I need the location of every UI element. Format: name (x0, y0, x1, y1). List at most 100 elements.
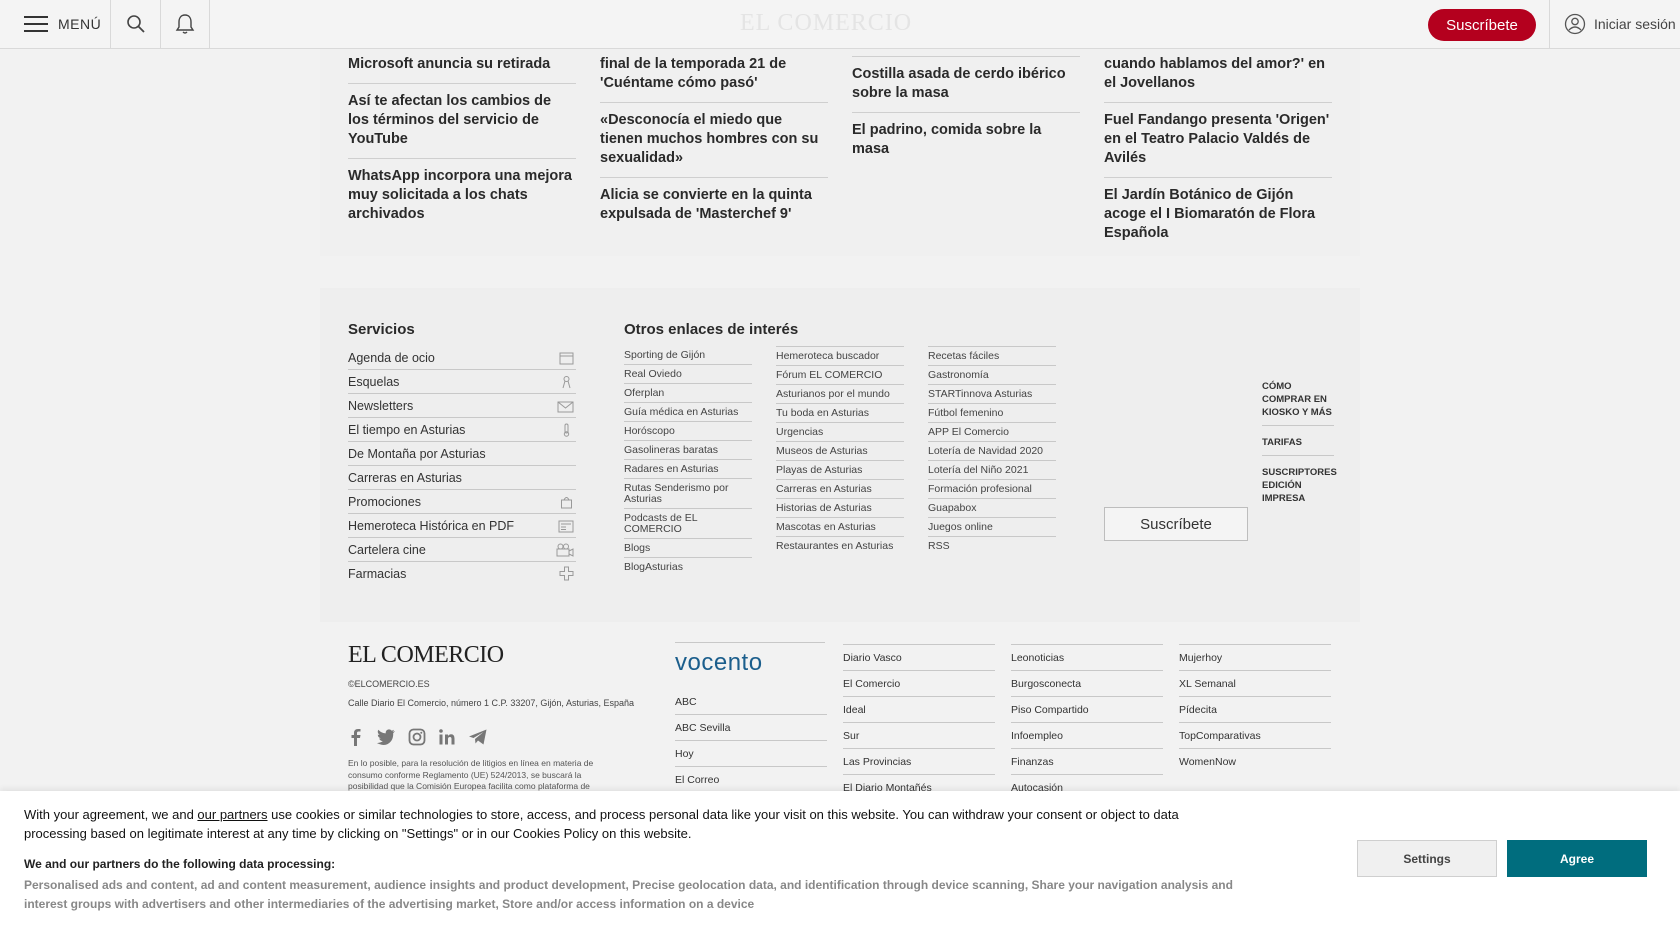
other-link[interactable]: Guía médica en Asturias (624, 403, 752, 422)
other-link[interactable]: Juegos online (928, 518, 1056, 537)
footer-link[interactable]: WomenNow (1179, 749, 1331, 774)
footer-subscribe-button[interactable]: Suscríbete (1104, 507, 1248, 541)
article-link[interactable]: Fuel Fandango presenta 'Origen' en el Te… (1104, 103, 1332, 178)
other-link[interactable]: Formación profesional (928, 480, 1056, 499)
search-button[interactable] (111, 0, 161, 48)
subscription-link[interactable]: SUSCRIPTORES EDICIÓN IMPRESA (1262, 456, 1337, 511)
footer-column-1: ABC ABC Sevilla Hoy El Correo (675, 689, 827, 793)
footer-link[interactable]: Sur (843, 723, 995, 749)
article-link[interactable]: WhatsApp incorpora una mejora muy solici… (348, 159, 576, 233)
article-link[interactable]: «Desconocía el miedo que tienen muchos h… (600, 103, 828, 178)
newspaper-icon (558, 520, 574, 532)
other-links-column-1: Sporting de Gijón Real Oviedo Oferplan G… (624, 346, 752, 576)
article-link[interactable]: Alicia se convierte en la quinta expulsa… (600, 178, 828, 233)
footer-link[interactable]: ABC Sevilla (675, 715, 827, 741)
vocento-logo[interactable]: vocento (675, 642, 825, 677)
service-item[interactable]: Cartelera cine (348, 538, 576, 562)
footer-link[interactable]: Piso Compartido (1011, 697, 1163, 723)
other-link[interactable]: Tu boda en Asturias (776, 404, 904, 423)
service-item[interactable]: Carreras en Asturias (348, 466, 576, 490)
other-link[interactable]: Guapabox (928, 499, 1056, 518)
other-link[interactable]: Playas de Asturias (776, 461, 904, 480)
footer-link[interactable]: El Correo (675, 767, 827, 793)
other-link[interactable]: Gasolineras baratas (624, 441, 752, 460)
service-item[interactable]: Farmacias (348, 562, 576, 585)
other-link[interactable]: Fútbol femenino (928, 404, 1056, 423)
menu-button[interactable]: MENÚ (0, 0, 111, 48)
other-link[interactable]: Museos de Asturias (776, 442, 904, 461)
service-label: Farmacias (348, 566, 407, 581)
article-link[interactable]: Costilla asada de cerdo ibérico sobre la… (852, 57, 1080, 113)
other-link[interactable]: Restaurantes en Asturias (776, 537, 904, 555)
footer-link[interactable]: Las Provincias (843, 749, 995, 775)
footer-link[interactable]: Infoempleo (1011, 723, 1163, 749)
partners-link[interactable]: our partners (197, 807, 267, 822)
subscription-link[interactable]: CÓMO COMPRAR EN KIOSKO Y MÁS (1262, 376, 1334, 426)
service-item[interactable]: Hemeroteca Histórica en PDF (348, 514, 576, 538)
article-link[interactable]: final de la temporada 21 de 'Cuéntame có… (600, 45, 828, 103)
other-link[interactable]: Blogs (624, 539, 752, 558)
service-label: Hemeroteca Histórica en PDF (348, 518, 515, 533)
service-item[interactable]: Newsletters (348, 394, 576, 418)
service-item[interactable]: De Montaña por Asturias (348, 442, 576, 466)
other-link[interactable]: Radares en Asturias (624, 460, 752, 479)
footer-link[interactable]: ABC (675, 689, 827, 715)
other-link[interactable]: Horóscopo (624, 422, 752, 441)
other-link[interactable]: Real Oviedo (624, 365, 752, 384)
other-link[interactable]: Gastronomía (928, 366, 1056, 385)
twitter-icon[interactable] (376, 728, 396, 746)
article-link[interactable]: El padrino, comida sobre la masa (852, 113, 1080, 168)
service-item[interactable]: El tiempo en Asturias (348, 418, 576, 442)
telegram-icon[interactable] (468, 728, 488, 746)
other-link[interactable]: Rutas Senderismo por Asturias (624, 479, 752, 509)
instagram-icon[interactable] (408, 728, 426, 746)
article-link[interactable]: Microsoft anuncia su retirada (348, 45, 576, 84)
footer-link[interactable]: Ideal (843, 697, 995, 723)
other-link[interactable]: RSS (928, 537, 1056, 555)
purposes-title: We and our partners do the following dat… (24, 857, 336, 871)
other-link[interactable]: Sporting de Gijón (624, 346, 752, 365)
service-item[interactable]: Agenda de ocio (348, 346, 576, 370)
other-link[interactable]: Lotería de Navidad 2020 (928, 442, 1056, 461)
site-logo[interactable]: EL COMERCIO (740, 10, 912, 37)
service-item[interactable]: Promociones (348, 490, 576, 514)
subscription-link[interactable]: TARIFAS (1262, 426, 1334, 456)
other-link[interactable]: Hemeroteca buscador (776, 347, 904, 366)
other-link[interactable]: BlogAsturias (624, 558, 752, 576)
other-link[interactable]: Fórum EL COMERCIO (776, 366, 904, 385)
other-link[interactable]: STARTinnova Asturias (928, 385, 1056, 404)
settings-button[interactable]: Settings (1357, 840, 1497, 877)
footer-link[interactable]: TopComparativas (1179, 723, 1331, 749)
other-link[interactable]: Lotería del Niño 2021 (928, 461, 1056, 480)
cross-icon (559, 566, 574, 581)
other-link[interactable]: Mascotas en Asturias (776, 518, 904, 537)
footer-link[interactable]: Finanzas (1011, 749, 1163, 775)
login-button[interactable]: Iniciar sesión (1549, 0, 1680, 48)
other-link[interactable]: Asturianos por el mundo (776, 385, 904, 404)
other-link[interactable]: Historias de Asturias (776, 499, 904, 518)
footer-link[interactable]: Leonoticias (1011, 645, 1163, 671)
other-link[interactable]: APP El Comercio (928, 423, 1056, 442)
footer-link[interactable]: Hoy (675, 741, 827, 767)
footer-link[interactable]: Mujerhoy (1179, 645, 1331, 671)
service-item[interactable]: Esquelas (348, 370, 576, 394)
article-link[interactable]: El Jardín Botánico de Gijón acoge el I B… (1104, 178, 1332, 252)
other-link[interactable]: Oferplan (624, 384, 752, 403)
footer-link[interactable]: Pídecita (1179, 697, 1331, 723)
other-link[interactable]: Carreras en Asturias (776, 480, 904, 499)
footer-link[interactable]: Diario Vasco (843, 645, 995, 671)
notifications-button[interactable] (161, 0, 210, 48)
footer-logo[interactable]: EL COMERCIO (348, 642, 504, 669)
article-link[interactable]: cuando hablamos del amor?' en el Jovella… (1104, 45, 1332, 103)
footer-link[interactable]: Burgosconecta (1011, 671, 1163, 697)
linkedin-icon[interactable] (438, 728, 456, 746)
other-link[interactable]: Recetas fáciles (928, 347, 1056, 366)
footer-link[interactable]: El Comercio (843, 671, 995, 697)
subscribe-button[interactable]: Suscríbete (1428, 9, 1536, 41)
article-link[interactable]: Así te afectan los cambios de los términ… (348, 84, 576, 159)
footer-link[interactable]: XL Semanal (1179, 671, 1331, 697)
other-link[interactable]: Urgencias (776, 423, 904, 442)
agree-button[interactable]: Agree (1507, 840, 1647, 877)
facebook-icon[interactable] (348, 728, 364, 746)
other-link[interactable]: Podcasts de EL COMERCIO (624, 509, 752, 539)
